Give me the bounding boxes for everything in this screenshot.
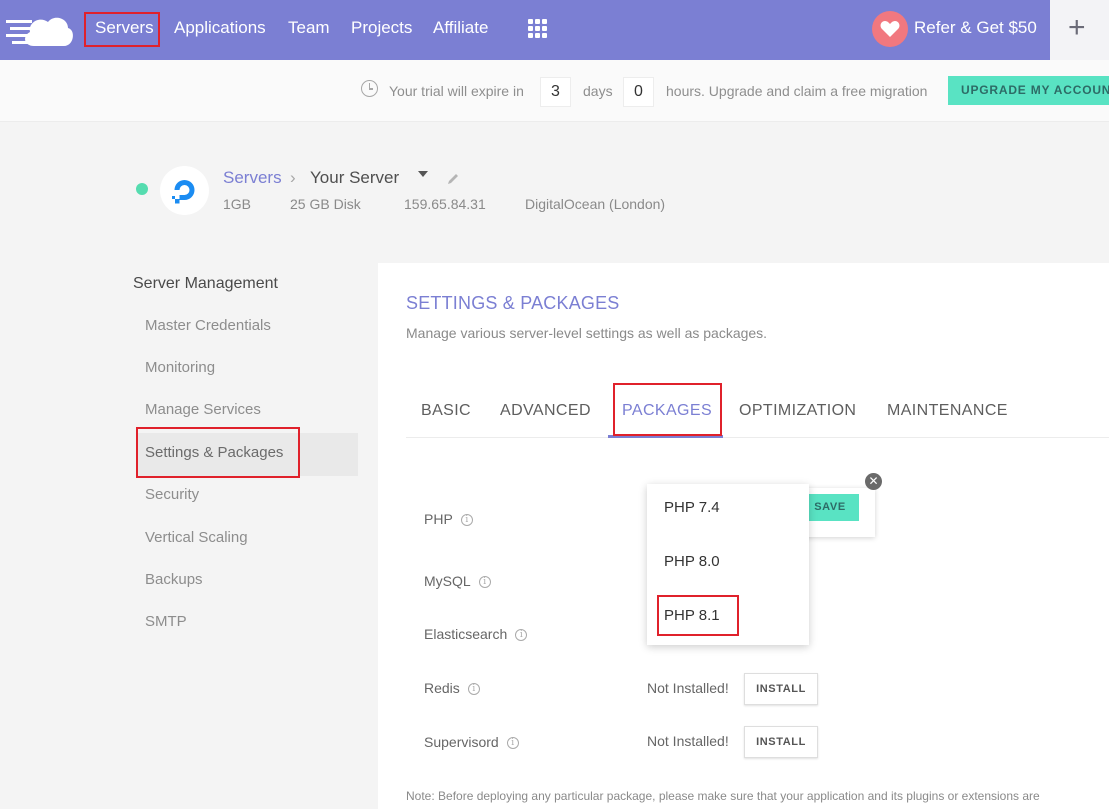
- package-redis-label: Redis i: [424, 680, 480, 696]
- sidebar-title: Server Management: [133, 275, 278, 292]
- clock-icon: [361, 80, 378, 97]
- redis-status: Not Installed!: [647, 680, 729, 696]
- info-icon[interactable]: i: [467, 683, 480, 696]
- add-new-button[interactable]: +: [1050, 0, 1109, 60]
- sidebar-item-manage-services[interactable]: Manage Services: [145, 401, 261, 419]
- heart-icon[interactable]: [872, 11, 908, 47]
- package-php-label: PHP i: [424, 511, 473, 527]
- server-disk: 25 GB Disk: [290, 196, 361, 212]
- package-mysql-label: MySQL i: [424, 573, 491, 589]
- install-redis-button[interactable]: INSTALL: [744, 673, 818, 705]
- trial-hours-value: 0: [623, 77, 654, 107]
- highlight-box-php-8-1: [657, 595, 739, 636]
- panel-subtitle: Manage various server-level settings as …: [406, 325, 768, 341]
- refer-link[interactable]: Refer & Get $50: [914, 18, 1037, 38]
- top-navbar: Servers Applications Team Projects Affil…: [0, 0, 1109, 60]
- highlight-box-servers: [84, 12, 160, 47]
- nav-applications[interactable]: Applications: [174, 18, 266, 38]
- caret-down-icon[interactable]: [418, 171, 428, 177]
- trial-prefix: Your trial will expire in: [389, 83, 524, 99]
- tab-advanced[interactable]: ADVANCED: [500, 402, 591, 420]
- plus-icon: +: [1068, 11, 1086, 44]
- nav-team[interactable]: Team: [288, 18, 330, 38]
- close-icon[interactable]: ✕: [865, 473, 882, 490]
- cloud-logo-icon[interactable]: [6, 8, 76, 50]
- sidebar-item-smtp[interactable]: SMTP: [145, 613, 187, 631]
- info-icon[interactable]: i: [515, 629, 528, 642]
- sidebar-item-backups[interactable]: Backups: [145, 571, 203, 589]
- package-elasticsearch-label: Elasticsearch i: [424, 626, 528, 642]
- php-option-8-0[interactable]: PHP 8.0: [664, 553, 720, 571]
- trial-banner: Your trial will expire in 3 days 0 hours…: [0, 60, 1109, 122]
- trial-days-value: 3: [540, 77, 571, 107]
- tab-optimization[interactable]: OPTIMIZATION: [739, 402, 856, 420]
- digitalocean-logo-icon: [160, 166, 209, 215]
- packages-note: Note: Before deploying any particular pa…: [406, 789, 1040, 803]
- highlight-box-settings-packages: [136, 427, 300, 478]
- sidebar-item-master-credentials[interactable]: Master Credentials: [145, 317, 271, 335]
- info-icon[interactable]: i: [478, 576, 491, 589]
- server-status-dot: [136, 183, 148, 195]
- package-supervisord-label: Supervisord i: [424, 734, 519, 750]
- breadcrumb-separator: ›: [290, 168, 296, 187]
- breadcrumb-server-name: Your Server: [310, 168, 400, 187]
- upgrade-account-button[interactable]: UPGRADE MY ACCOUNT: [948, 76, 1109, 105]
- trial-days-label: days: [583, 83, 613, 99]
- server-size: 1GB: [223, 196, 252, 212]
- trial-hours-label: hours. Upgrade and claim a free migratio…: [666, 83, 928, 99]
- save-php-version-button[interactable]: SAVE: [801, 494, 859, 521]
- apps-grid-icon[interactable]: [528, 19, 547, 38]
- sidebar-item-monitoring[interactable]: Monitoring: [145, 359, 215, 377]
- nav-affiliate[interactable]: Affiliate: [433, 18, 488, 38]
- tab-maintenance[interactable]: MAINTENANCE: [887, 402, 1008, 420]
- highlight-box-packages-tab: [613, 383, 722, 436]
- info-icon[interactable]: i: [506, 737, 519, 750]
- server-provider: DigitalOcean (London): [525, 196, 666, 212]
- supervisord-status: Not Installed!: [647, 733, 729, 749]
- nav-projects[interactable]: Projects: [351, 18, 412, 38]
- php-option-7-4[interactable]: PHP 7.4: [664, 499, 720, 517]
- tabs-divider: [406, 437, 1109, 438]
- server-ip: 159.65.84.31: [404, 196, 486, 212]
- edit-pencil-icon[interactable]: [446, 172, 460, 186]
- info-icon[interactable]: i: [460, 514, 473, 527]
- breadcrumb-servers[interactable]: Servers: [223, 168, 282, 188]
- sidebar-item-security[interactable]: Security: [145, 486, 199, 504]
- sidebar-item-vertical-scaling[interactable]: Vertical Scaling: [145, 529, 248, 547]
- install-supervisord-button[interactable]: INSTALL: [744, 726, 818, 758]
- tab-basic[interactable]: BASIC: [421, 402, 471, 420]
- panel-title: SETTINGS & PACKAGES: [406, 293, 620, 313]
